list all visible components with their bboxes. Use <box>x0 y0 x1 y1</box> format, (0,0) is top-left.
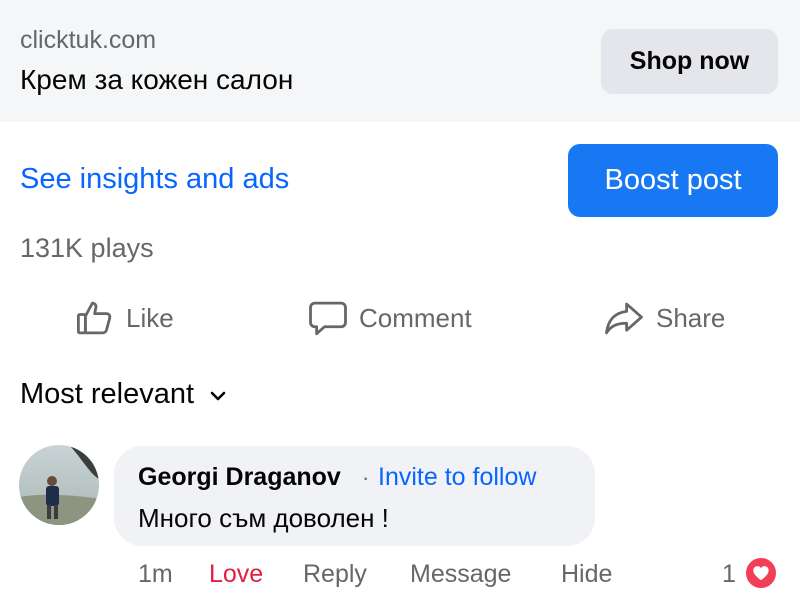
like-label: Like <box>126 302 174 333</box>
comment-label: Comment <box>359 302 472 333</box>
love-reaction-button[interactable]: Love <box>209 560 263 589</box>
share-label: Share <box>656 302 726 333</box>
hide-button[interactable]: Hide <box>561 560 612 589</box>
reply-button[interactable]: Reply <box>303 560 367 589</box>
ad-link-preview[interactable]: clicktuk.com Крем за кожен салон Shop no… <box>0 0 800 122</box>
share-button[interactable]: Share <box>602 296 725 340</box>
heart-icon <box>744 556 778 590</box>
commenter-avatar[interactable] <box>19 445 99 525</box>
invite-to-follow-link[interactable]: Invite to follow <box>378 463 536 492</box>
comment-button[interactable]: Comment <box>307 296 472 340</box>
plays-count: 131K plays <box>20 233 154 263</box>
chevron-down-icon <box>208 378 228 411</box>
ad-domain: clicktuk.com <box>20 26 157 54</box>
commenter-name[interactable]: Georgi Draganov <box>138 463 341 492</box>
reaction-count[interactable]: 1 <box>722 560 736 589</box>
thumbs-up-icon <box>74 297 116 339</box>
comment-sort-dropdown[interactable]: Most relevant <box>20 378 228 411</box>
like-button[interactable]: Like <box>74 296 174 340</box>
sort-label: Most relevant <box>20 378 195 410</box>
shop-now-button[interactable]: Shop now <box>601 29 778 94</box>
comment-timestamp[interactable]: 1m <box>138 560 173 589</box>
comment-text: Много съм доволен ! <box>138 503 389 533</box>
see-insights-link[interactable]: See insights and ads <box>20 163 289 196</box>
share-arrow-icon <box>602 297 646 339</box>
message-button[interactable]: Message <box>410 560 511 589</box>
speech-bubble-icon <box>307 297 349 339</box>
comment-bubble: Georgi Draganov · Invite to follow Много… <box>114 446 595 546</box>
ad-title: Крем за кожен салон <box>20 64 294 95</box>
boost-post-button[interactable]: Boost post <box>568 144 778 217</box>
separator-dot: · <box>362 465 370 490</box>
